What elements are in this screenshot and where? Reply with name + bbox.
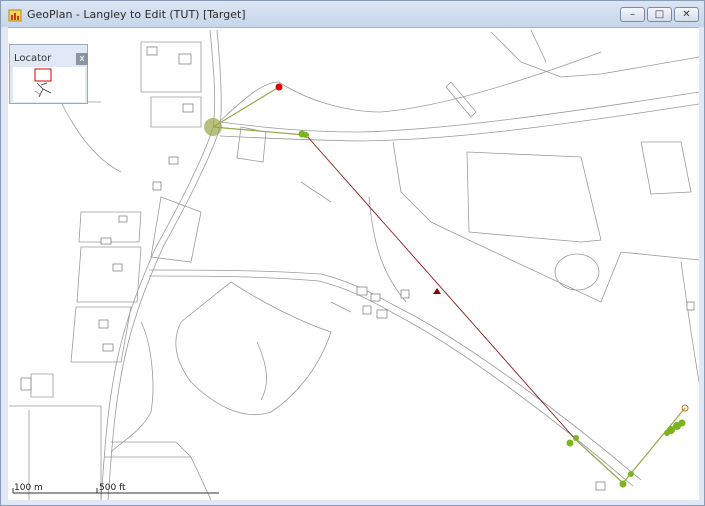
map-drawing[interactable] [8,28,699,500]
minimize-button[interactable]: – [620,7,645,22]
junction-node[interactable] [204,118,222,136]
route-direction-marker [433,288,441,294]
title-bar[interactable]: GeoPlan - Langley to Edit (TUT) [Target]… [1,1,704,27]
maximize-button[interactable]: □ [647,7,672,22]
link-lines [212,86,686,484]
locator-title: Locator [14,53,52,64]
route-line[interactable] [305,134,576,440]
locator-overview-drawing [34,68,52,98]
basemap-lines [9,29,699,500]
locator-close-icon[interactable]: x [76,53,88,65]
green-nodes[interactable] [298,130,686,488]
map-canvas[interactable] [8,27,699,500]
geoplan-app-icon [8,9,22,22]
maximize-icon: □ [654,9,665,20]
building-footprints [20,46,695,491]
close-button[interactable]: ✕ [674,7,699,22]
minimize-icon: – [630,9,635,20]
locator-overview-map[interactable] [13,67,85,102]
scale-imperial-label: 500 ft [99,483,126,493]
close-icon: ✕ [682,9,691,20]
scale-metric-label: 100 m [14,483,43,493]
target-node-red[interactable] [275,83,283,91]
geoplan-window: GeoPlan - Langley to Edit (TUT) [Target]… [0,0,705,506]
locator-panel[interactable]: Locator x [9,44,88,104]
window-title: GeoPlan - Langley to Edit (TUT) [Target] [27,8,246,21]
